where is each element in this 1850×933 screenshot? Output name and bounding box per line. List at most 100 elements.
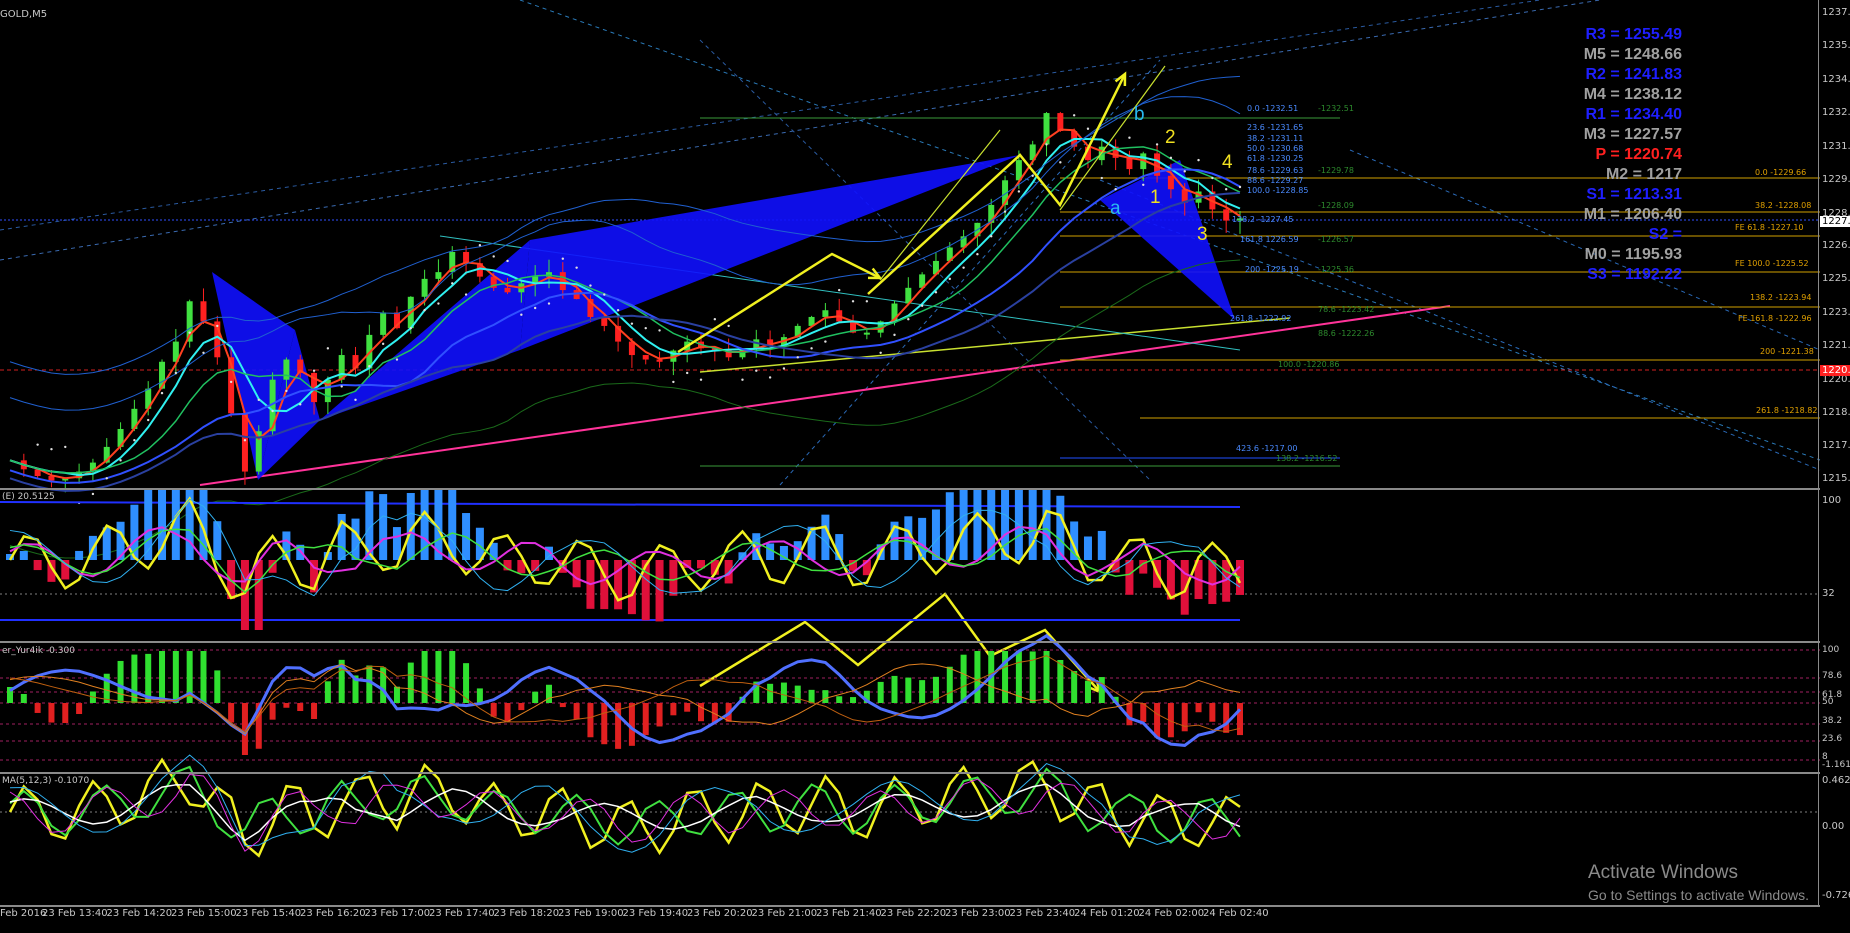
sar-dot	[920, 304, 924, 307]
sar-dot	[796, 356, 799, 359]
sar-dot	[616, 309, 620, 312]
time-axis-label: 23 Feb 21:00	[751, 908, 818, 919]
sar-dot	[174, 371, 178, 375]
fib-level-label: 138.2 -1227.45	[1232, 215, 1294, 224]
hist-bar	[573, 703, 580, 720]
time-axis-label: 23 Feb 20:20	[687, 908, 753, 919]
hist-bar	[33, 560, 42, 571]
sar-dot	[934, 291, 938, 294]
hist-bar	[587, 703, 594, 738]
indicator-axis-label: 23.6	[1822, 734, 1843, 744]
sar-dot	[437, 302, 440, 305]
candle-body	[380, 312, 387, 335]
candle-body	[241, 413, 248, 472]
price-axis-label: 1237.0	[1822, 7, 1850, 18]
hist-bar	[20, 693, 27, 703]
time-axis-label: 23 Feb 19:40	[622, 908, 689, 919]
fib-level-label: -1232.51	[1318, 104, 1354, 113]
sar-dot	[50, 447, 53, 451]
hist-bar	[1083, 536, 1092, 560]
hist-bar	[283, 703, 290, 708]
sar-dot	[478, 244, 482, 247]
panel-separator-3[interactable]	[0, 772, 1820, 774]
sar-dot	[257, 398, 260, 402]
hist-bar	[821, 514, 830, 560]
candle-body	[421, 278, 428, 297]
gold-m5-chart[interactable]	[0, 0, 1850, 933]
fib-level-label: 88.6 -1229.27	[1247, 176, 1304, 185]
pivot-level: R2 = 1241.83	[1585, 66, 1682, 83]
sar-dot	[1211, 176, 1214, 180]
sar-dot	[188, 331, 191, 334]
sar-dot	[741, 378, 744, 381]
hist-bar	[269, 703, 276, 720]
sar-dot	[1059, 161, 1062, 164]
time-axis-label: 23 Feb 17:40	[429, 908, 495, 919]
sar-dot	[1045, 143, 1048, 146]
hist-bar	[767, 683, 774, 703]
sar-dot	[506, 259, 509, 263]
pivot-level: M5 = 1248.66	[1583, 46, 1682, 63]
panel-separator-2[interactable]	[0, 641, 1820, 643]
sar-dot	[285, 389, 288, 393]
sar-dot	[64, 445, 67, 449]
time-axis-label: 23 Feb 23:40	[1009, 908, 1076, 919]
indicator-axis-label: -0.7267	[1822, 890, 1850, 901]
pivot-level: R3 = 1255.49	[1585, 26, 1682, 43]
panel-separator-1[interactable]	[0, 488, 1820, 490]
sar-dot	[1155, 143, 1159, 146]
candle-body	[435, 272, 442, 279]
sar-dot	[658, 329, 661, 332]
sar-dot	[409, 326, 412, 330]
hist-bar	[794, 685, 801, 703]
hist-bar	[905, 677, 912, 703]
hist-bar	[159, 651, 166, 703]
sar-dot	[879, 351, 882, 355]
sar-dot	[271, 409, 274, 413]
hist-bar	[1195, 703, 1202, 713]
sar-dot	[147, 418, 150, 422]
sar-dot	[91, 492, 95, 496]
sar-dot	[603, 293, 606, 296]
fib-level-label: 200 -1221.38	[1760, 347, 1814, 356]
time-axis-label: 23 Feb 19:00	[558, 908, 624, 919]
fib-level-label: -1228.09	[1318, 201, 1354, 210]
hist-bar	[62, 703, 69, 724]
sar-dot	[589, 284, 592, 287]
red-level-tag: 1220.9	[1820, 365, 1850, 376]
price-axis-separator	[1818, 0, 1819, 905]
hist-bar	[1098, 677, 1105, 703]
hist-bar	[1043, 651, 1050, 703]
time-axis-label: 24 Feb 02:00	[1138, 908, 1205, 919]
sar-dot	[381, 342, 385, 346]
fib-level-label: 161.8 1226.59	[1240, 235, 1299, 244]
hist-bar	[850, 697, 857, 703]
sar-dot	[1142, 183, 1145, 186]
hist-bar	[559, 703, 566, 708]
candle-body	[200, 301, 207, 322]
sar-dot	[1169, 156, 1173, 160]
sar-dot	[1017, 190, 1021, 193]
fib-level-label: 0.0 -1232.51	[1247, 104, 1299, 113]
hist-bar	[48, 703, 55, 723]
fib-level-label: -1229.78	[1318, 166, 1354, 175]
candle-body	[822, 310, 829, 317]
hist-bar	[974, 651, 981, 703]
sar-dot	[243, 438, 247, 442]
fib-level-label: 0.0 -1229.66	[1755, 168, 1807, 177]
sar-dot	[423, 309, 426, 312]
hist-bar	[1084, 680, 1091, 703]
hist-bar	[19, 550, 28, 560]
sar-dot	[1086, 127, 1090, 130]
hist-bar	[601, 703, 608, 745]
sar-dot	[547, 302, 551, 305]
indicator-1-title: (E) 20.5125	[2, 492, 55, 502]
hist-bar	[973, 490, 982, 560]
sar-dot	[229, 380, 233, 384]
current-price-tag: 1227.7	[1820, 216, 1850, 227]
sar-dot	[851, 300, 855, 303]
indicator-axis-label: 78.6	[1822, 671, 1843, 681]
sar-dot	[1128, 136, 1131, 139]
hist-bar	[532, 691, 539, 703]
indicator-axis-label: 0.4625	[1822, 775, 1850, 786]
